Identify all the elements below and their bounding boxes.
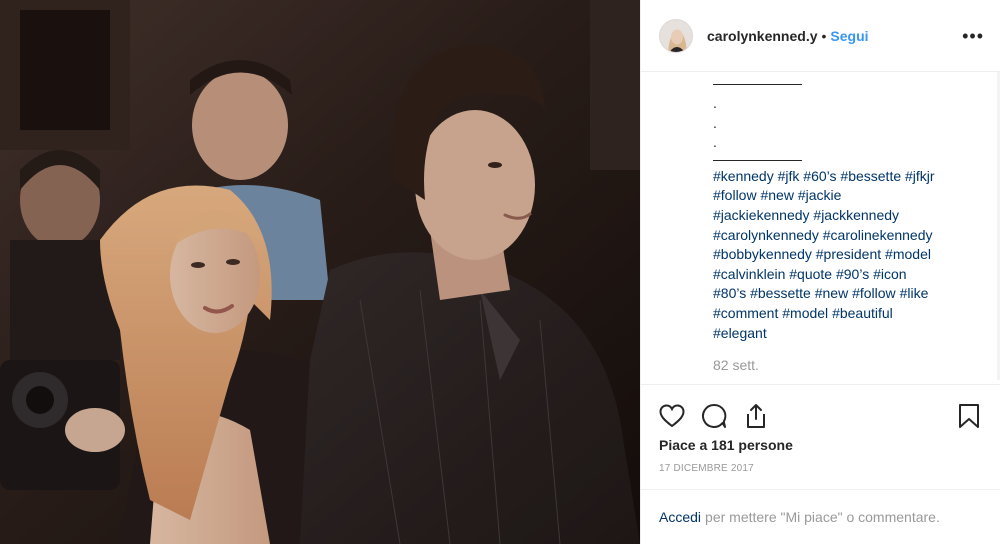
hashtag-link[interactable]: #60’s bbox=[803, 168, 836, 184]
heart-icon[interactable] bbox=[659, 403, 685, 429]
hashtag-link[interactable]: #beautiful bbox=[832, 305, 893, 321]
share-icon[interactable] bbox=[743, 403, 769, 429]
hashtag-link[interactable]: #jackiekennedy bbox=[713, 207, 810, 223]
action-icons bbox=[641, 385, 1000, 435]
post-photo bbox=[0, 0, 640, 544]
hashtag-link[interactable]: #90’s bbox=[836, 266, 869, 282]
hashtag-link[interactable]: #80’s bbox=[713, 285, 746, 301]
bookmark-icon[interactable] bbox=[956, 403, 982, 429]
login-prompt-text: per mettere "Mi piace" o commentare. bbox=[705, 509, 940, 525]
hashtag-link[interactable]: #model bbox=[885, 246, 931, 262]
bookmark-icon-glyph bbox=[959, 404, 979, 428]
more-options-icon[interactable]: ••• bbox=[962, 27, 984, 45]
likes-count[interactable]: Piace a 181 persone bbox=[641, 437, 1000, 453]
hashtag-link[interactable]: #carolinekennedy bbox=[823, 227, 933, 243]
hashtag-link[interactable]: #jfk bbox=[778, 168, 800, 184]
hashtag-link[interactable]: #kennedy bbox=[713, 168, 774, 184]
hashtag-link[interactable]: #bessette bbox=[840, 168, 901, 184]
avatar[interactable] bbox=[659, 18, 693, 53]
hashtag-link[interactable]: #carolynkennedy bbox=[713, 227, 819, 243]
post-side-panel: carolynkenned.y • Segui ••• . . . #kenne… bbox=[640, 0, 1000, 544]
caption: . . . #kennedy #jfk #60’s #bessette #jfk… bbox=[641, 72, 1000, 384]
photo-illustration bbox=[0, 0, 640, 544]
caption-dots: . . . bbox=[713, 94, 1000, 153]
follow-button[interactable]: Segui bbox=[830, 28, 868, 44]
hashtag-link[interactable]: #elegant bbox=[713, 325, 767, 341]
login-link[interactable]: Accedi bbox=[659, 509, 701, 525]
hashtag-link[interactable]: #new bbox=[815, 285, 848, 301]
post-header: carolynkenned.y • Segui ••• bbox=[641, 0, 1000, 72]
caption-divider-bottom bbox=[713, 159, 802, 161]
hashtag-link[interactable]: #new bbox=[760, 187, 793, 203]
hashtag-link[interactable]: #quote bbox=[789, 266, 832, 282]
caption-dot: . bbox=[713, 95, 717, 111]
caption-dot: . bbox=[713, 134, 717, 151]
caption-divider-top bbox=[713, 84, 802, 85]
hashtag-link[interactable]: #model bbox=[782, 305, 828, 321]
hashtag-link[interactable]: #like bbox=[900, 285, 929, 301]
comment-icon-glyph bbox=[702, 403, 727, 428]
action-bar: Piace a 181 persone 17 DICEMBRE 2017 bbox=[641, 384, 1000, 474]
heart-icon-glyph bbox=[659, 404, 685, 428]
username-link[interactable]: carolynkenned.y bbox=[707, 28, 818, 44]
post-date: 17 DICEMBRE 2017 bbox=[659, 463, 754, 474]
hashtag-link[interactable]: #icon bbox=[873, 266, 906, 282]
hashtag-link[interactable]: #calvinklein bbox=[713, 266, 785, 282]
hashtag-link[interactable]: #bobbykennedy bbox=[713, 246, 812, 262]
hashtag-link[interactable]: #bessette bbox=[750, 285, 811, 301]
post-age: 82 sett. bbox=[713, 357, 759, 374]
caption-dot: . bbox=[713, 114, 717, 131]
hashtag-list: #kennedy #jfk #60’s #bessette #jfkjr #fol… bbox=[713, 167, 973, 343]
login-prompt: Accedi per mettere "Mi piace" o commenta… bbox=[641, 489, 1000, 544]
hashtag-link[interactable]: #follow bbox=[852, 285, 896, 301]
hashtag-link[interactable]: #follow bbox=[713, 187, 757, 203]
hashtag-link[interactable]: #president bbox=[816, 246, 881, 262]
hashtag-link[interactable]: #jackie bbox=[798, 187, 842, 203]
avatar-image bbox=[660, 19, 692, 52]
hashtag-link[interactable]: #jfkjr bbox=[905, 168, 935, 184]
hashtag-link[interactable]: #jackkennedy bbox=[813, 207, 899, 223]
hashtag-link[interactable]: #comment bbox=[713, 305, 778, 321]
header-separator: • bbox=[821, 27, 827, 44]
share-icon-glyph bbox=[747, 404, 765, 428]
comment-icon[interactable] bbox=[701, 403, 727, 429]
